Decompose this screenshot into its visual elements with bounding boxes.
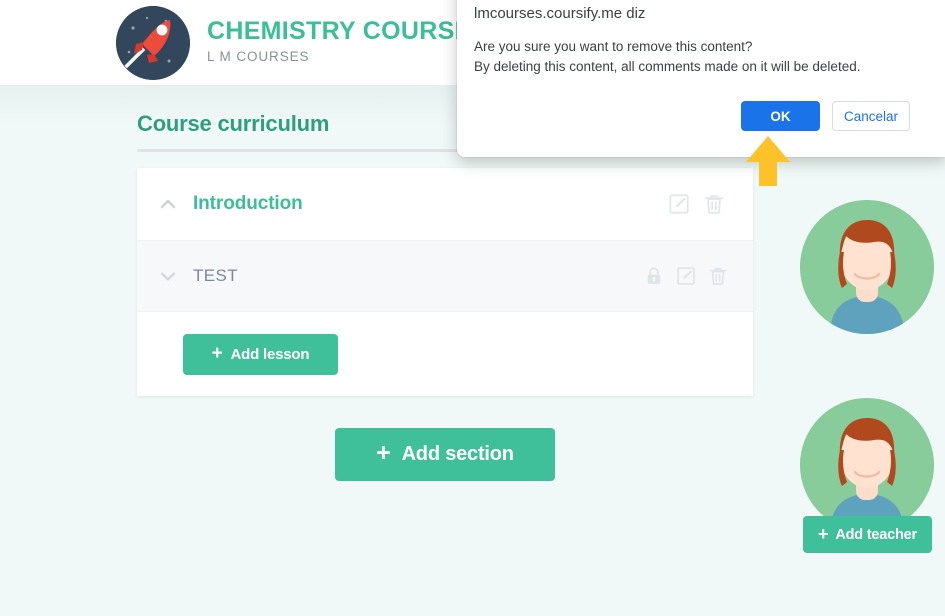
avatar-illustration: [800, 200, 934, 334]
section-row-actions: [668, 193, 725, 215]
curriculum-card: Introduction TEST + Add lesson: [137, 168, 753, 396]
edit-icon[interactable]: [668, 193, 690, 215]
edit-svg: [669, 194, 689, 214]
trash-svg: [709, 268, 727, 285]
brand-text: CHEMISTRY COURSE L M COURSES: [207, 18, 472, 68]
plus-icon: +: [211, 343, 223, 364]
dialog-message-line-1: Are you sure you want to remove this con…: [474, 39, 753, 54]
chevron-down-svg: [160, 272, 176, 281]
lesson-row-actions: [644, 266, 728, 286]
add-teacher-label: Add teacher: [835, 526, 917, 543]
teacher-avatar[interactable]: [800, 200, 934, 334]
course-subtitle: L M COURSES: [207, 49, 310, 65]
curriculum-lesson-row[interactable]: TEST: [137, 240, 753, 312]
add-section-label: Add section: [401, 443, 514, 465]
chevron-up-svg: [160, 199, 176, 209]
plus-icon: +: [376, 439, 391, 467]
dialog-ok-button[interactable]: OK: [741, 101, 820, 131]
avatar-illustration: [800, 398, 934, 532]
dialog-origin: lmcourses.coursify.me diz: [474, 5, 646, 22]
app-root: CHEMISTRY COURSE L M COURSES Course curr…: [0, 0, 945, 616]
confirm-dialog: lmcourses.coursify.me diz Are you sure y…: [457, 0, 945, 157]
lock-svg: [647, 267, 661, 284]
dialog-message: Are you sure you want to remove this con…: [474, 37, 860, 77]
section-footer: + Add lesson: [137, 312, 753, 396]
trash-icon[interactable]: [708, 266, 728, 286]
dialog-message-line-2: By deleting this content, all comments m…: [474, 59, 861, 74]
rocket-logo-icon: [116, 6, 190, 80]
curriculum-section-row[interactable]: Introduction: [137, 168, 753, 240]
course-brand[interactable]: CHEMISTRY COURSE L M COURSES: [116, 6, 472, 80]
chevron-up-icon[interactable]: [155, 191, 181, 217]
rocket-logo-svg: [116, 6, 190, 80]
lesson-title: TEST: [193, 266, 239, 285]
section-title: Introduction: [193, 193, 303, 214]
add-teacher-button[interactable]: + Add teacher: [803, 516, 932, 553]
edit-icon[interactable]: [676, 266, 696, 286]
page-body: Course curriculum Introduction TEST + Ad…: [0, 86, 945, 616]
trash-svg: [704, 195, 724, 214]
plus-icon: +: [818, 524, 829, 544]
add-lesson-button[interactable]: + Add lesson: [183, 333, 338, 375]
course-title: CHEMISTRY COURSE: [207, 16, 472, 45]
chevron-down-icon[interactable]: [155, 263, 181, 289]
dialog-cancel-button[interactable]: Cancelar: [832, 101, 910, 131]
teacher-avatar[interactable]: [800, 398, 934, 532]
add-lesson-label: Add lesson: [230, 345, 310, 363]
page-title: Course curriculum: [137, 111, 330, 136]
add-section-button[interactable]: + Add section: [335, 428, 555, 481]
lock-icon[interactable]: [644, 266, 664, 286]
dialog-button-group: OK Cancelar: [741, 101, 910, 131]
trash-icon[interactable]: [703, 193, 725, 215]
edit-svg: [677, 267, 695, 285]
